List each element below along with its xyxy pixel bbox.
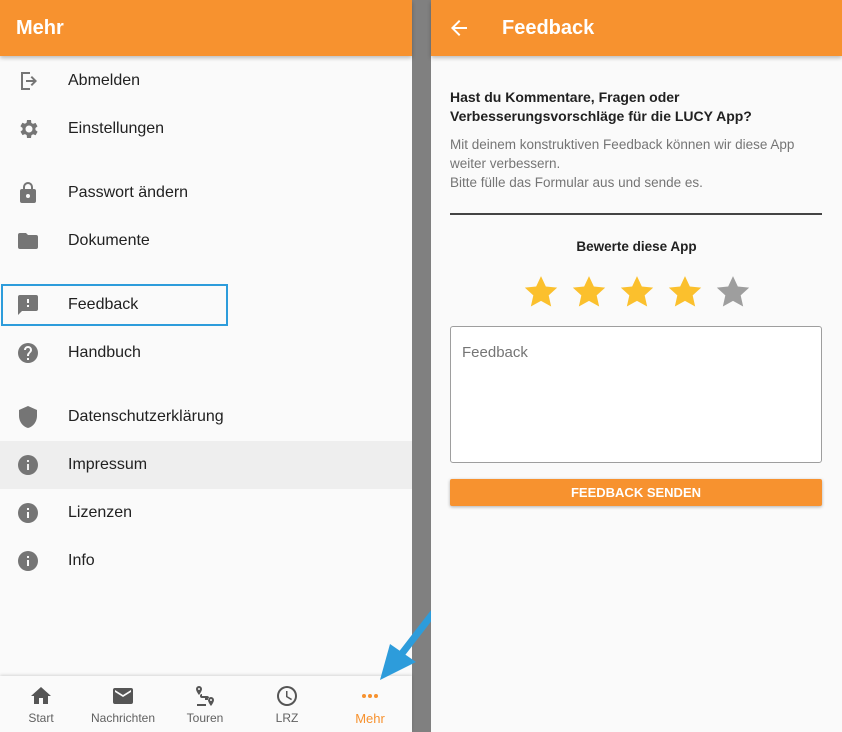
menu-item-dokumente[interactable]: Dokumente — [0, 217, 412, 265]
feedback-input[interactable] — [451, 327, 821, 462]
nav-nachrichten[interactable]: Nachrichten — [82, 676, 164, 732]
menu-item-label: Impressum — [68, 456, 148, 473]
page-title: Feedback — [502, 17, 595, 39]
folder-icon — [16, 229, 40, 253]
menu-item-label: Datenschutzerklärung — [68, 408, 224, 425]
info-icon — [16, 549, 40, 573]
clock-icon — [275, 684, 299, 708]
menu-item-label: Passwort ändern — [68, 184, 189, 201]
feedback-field[interactable] — [450, 326, 822, 463]
gear-icon — [16, 117, 40, 141]
app-bar: Feedback — [431, 0, 842, 56]
nav-start[interactable]: Start — [0, 676, 82, 732]
lock-icon — [16, 181, 40, 205]
menu-item-label: Lizenzen — [68, 504, 133, 521]
menu-item-datenschutz[interactable]: Datenschutzerklärung — [0, 393, 412, 441]
menu-item-label: Dokumente — [68, 232, 150, 249]
logout-icon — [16, 69, 40, 93]
star-icon[interactable] — [521, 272, 561, 312]
nav-label: Mehr — [355, 711, 385, 726]
description-line: Bitte fülle das Formular aus und sende e… — [450, 175, 703, 190]
menu-item-abmelden[interactable]: Abmelden — [0, 57, 412, 105]
nav-touren[interactable]: Touren — [164, 676, 246, 732]
mail-icon — [111, 684, 135, 708]
back-arrow-icon[interactable] — [447, 16, 471, 40]
nav-label: Touren — [186, 711, 224, 725]
star-icon[interactable] — [713, 272, 753, 312]
nav-label: Nachrichten — [90, 711, 156, 725]
menu-item-handbuch[interactable]: Handbuch — [0, 329, 412, 377]
home-icon — [29, 684, 53, 708]
page-title: Mehr — [16, 17, 64, 39]
menu-item-label: Abmelden — [68, 72, 141, 89]
more-screen: Mehr Abmelden Einstellungen Passwort änd… — [0, 0, 438, 732]
menu-item-lizenzen[interactable]: Lizenzen — [0, 489, 412, 537]
menu-item-label: Handbuch — [68, 344, 141, 361]
feedback-description: Mit deinem konstruktiven Feedback können… — [450, 135, 825, 192]
route-icon — [193, 684, 217, 708]
star-icon[interactable] — [617, 272, 657, 312]
star-icon[interactable] — [569, 272, 609, 312]
bottom-navigation: Start Nachrichten Touren LRZ Mehr — [0, 676, 412, 732]
nav-label: Start — [28, 711, 54, 725]
help-icon — [16, 341, 40, 365]
shield-icon — [16, 405, 40, 429]
nav-lrz[interactable]: LRZ — [246, 676, 328, 732]
info-icon — [16, 501, 40, 525]
star-icon[interactable] — [665, 272, 705, 312]
send-feedback-button[interactable]: FEEDBACK SENDEN — [450, 479, 822, 506]
feedback-screen: Feedback Hast du Kommentare, Fragen oder… — [431, 0, 842, 732]
rating-label: Bewerte diese App — [576, 239, 697, 254]
divider — [450, 213, 822, 215]
menu-item-info[interactable]: Info — [0, 537, 412, 585]
description-line: Mit deinem konstruktiven Feedback können… — [450, 137, 795, 171]
feedback-highlight-box — [1, 284, 228, 326]
menu-item-einstellungen[interactable]: Einstellungen — [0, 105, 412, 153]
menu-item-passwort[interactable]: Passwort ändern — [0, 169, 412, 217]
menu-item-impressum[interactable]: Impressum — [0, 441, 412, 489]
menu-item-label: Info — [68, 552, 95, 569]
info-icon — [16, 453, 40, 477]
app-bar: Mehr — [0, 0, 412, 56]
nav-label: LRZ — [275, 711, 299, 725]
menu-item-label: Einstellungen — [68, 120, 165, 137]
feedback-question: Hast du Kommentare, Fragen oder Verbesse… — [450, 89, 752, 124]
